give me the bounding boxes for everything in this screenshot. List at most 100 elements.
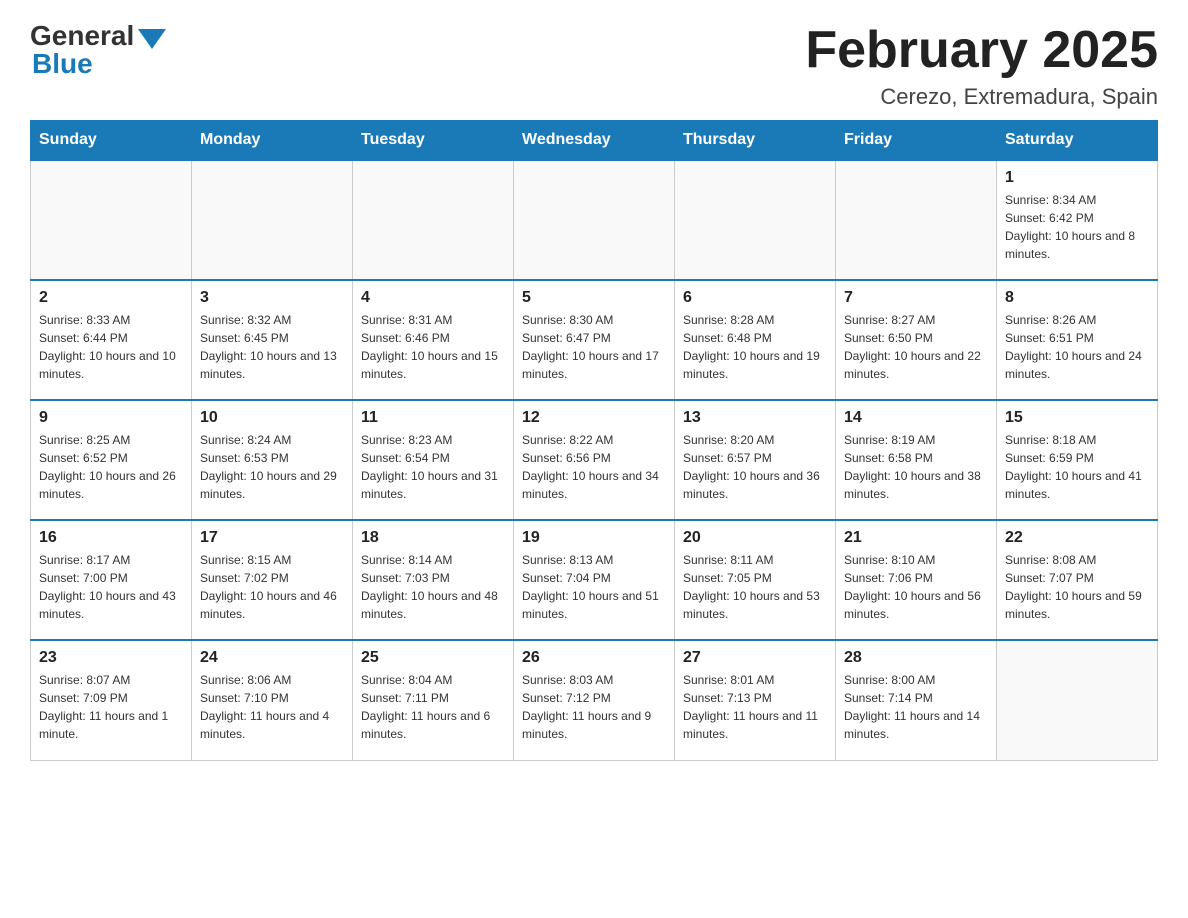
calendar-cell — [836, 160, 997, 280]
calendar-cell — [675, 160, 836, 280]
day-info: Sunrise: 8:20 AMSunset: 6:57 PMDaylight:… — [683, 431, 827, 503]
day-info: Sunrise: 8:13 AMSunset: 7:04 PMDaylight:… — [522, 551, 666, 623]
calendar-header-thursday: Thursday — [675, 121, 836, 161]
calendar-cell: 6Sunrise: 8:28 AMSunset: 6:48 PMDaylight… — [675, 280, 836, 400]
day-info: Sunrise: 8:15 AMSunset: 7:02 PMDaylight:… — [200, 551, 344, 623]
day-number: 19 — [522, 529, 666, 547]
logo-blue-text: Blue — [32, 48, 93, 80]
day-number: 5 — [522, 289, 666, 307]
page-header: General Blue February 2025 Cerezo, Extre… — [30, 20, 1158, 110]
calendar-cell: 27 Sunrise: 8:01 AMSunset: 7:13 PMDayligh… — [675, 640, 836, 760]
day-info: Sunrise: 8:11 AMSunset: 7:05 PMDaylight:… — [683, 551, 827, 623]
day-info: Sunrise: 8:00 AMSunset: 7:14 PMDaylight:… — [844, 671, 988, 743]
day-info: Sunrise: 8:32 AMSunset: 6:45 PMDaylight:… — [200, 311, 344, 383]
day-number: 27 — [683, 649, 827, 667]
day-info: Sunrise: 8:33 AMSunset: 6:44 PMDaylight:… — [39, 311, 183, 383]
calendar-cell: 23 Sunrise: 8:07 AMSunset: 7:09 PMDayligh… — [31, 640, 192, 760]
day-number: 20 — [683, 529, 827, 547]
calendar-week-row-5: 23 Sunrise: 8:07 AMSunset: 7:09 PMDayligh… — [31, 640, 1158, 760]
day-number: 16 — [39, 529, 183, 547]
calendar-cell: 18Sunrise: 8:14 AMSunset: 7:03 PMDayligh… — [353, 520, 514, 640]
calendar-cell: 17Sunrise: 8:15 AMSunset: 7:02 PMDayligh… — [192, 520, 353, 640]
calendar-cell: 21 Sunrise: 8:10 AMSunset: 7:06 PMDayligh… — [836, 520, 997, 640]
day-number: 14 — [844, 409, 988, 427]
day-number: 4 — [361, 289, 505, 307]
day-info: Sunrise: 8:17 AMSunset: 7:00 PMDaylight:… — [39, 551, 183, 623]
calendar-cell: 3 Sunrise: 8:32 AMSunset: 6:45 PMDaylight… — [192, 280, 353, 400]
day-info: Sunrise: 8:25 AMSunset: 6:52 PMDaylight:… — [39, 431, 183, 503]
day-number: 24 — [200, 649, 344, 667]
day-number: 23 — [39, 649, 183, 667]
calendar-cell: 20 Sunrise: 8:11 AMSunset: 7:05 PMDayligh… — [675, 520, 836, 640]
calendar-header-wednesday: Wednesday — [514, 121, 675, 161]
day-number: 9 — [39, 409, 183, 427]
calendar-cell: 13 Sunrise: 8:20 AMSunset: 6:57 PMDayligh… — [675, 400, 836, 520]
day-number: 13 — [683, 409, 827, 427]
day-number: 25 — [361, 649, 505, 667]
calendar-cell: 22 Sunrise: 8:08 AMSunset: 7:07 PMDayligh… — [997, 520, 1158, 640]
day-info: Sunrise: 8:23 AMSunset: 6:54 PMDaylight:… — [361, 431, 505, 503]
day-number: 3 — [200, 289, 344, 307]
calendar-header-row: SundayMondayTuesdayWednesdayThursdayFrid… — [31, 121, 1158, 161]
day-number: 26 — [522, 649, 666, 667]
title-section: February 2025 Cerezo, Extremadura, Spain — [805, 20, 1158, 110]
calendar-cell: 9 Sunrise: 8:25 AMSunset: 6:52 PMDaylight… — [31, 400, 192, 520]
day-info: Sunrise: 8:06 AMSunset: 7:10 PMDaylight:… — [200, 671, 344, 743]
calendar-header-saturday: Saturday — [997, 121, 1158, 161]
day-number: 21 — [844, 529, 988, 547]
day-number: 10 — [200, 409, 344, 427]
calendar-week-row-4: 16 Sunrise: 8:17 AMSunset: 7:00 PMDayligh… — [31, 520, 1158, 640]
month-title: February 2025 — [805, 20, 1158, 80]
calendar-cell: 25 Sunrise: 8:04 AMSunset: 7:11 PMDayligh… — [353, 640, 514, 760]
location-text: Cerezo, Extremadura, Spain — [805, 84, 1158, 110]
day-info: Sunrise: 8:30 AMSunset: 6:47 PMDaylight:… — [522, 311, 666, 383]
calendar-cell — [192, 160, 353, 280]
calendar-week-row-1: 1 Sunrise: 8:34 AMSunset: 6:42 PMDaylight… — [31, 160, 1158, 280]
calendar-cell: 16 Sunrise: 8:17 AMSunset: 7:00 PMDayligh… — [31, 520, 192, 640]
day-info: Sunrise: 8:08 AMSunset: 7:07 PMDaylight:… — [1005, 551, 1149, 623]
calendar-cell: 15 Sunrise: 8:18 AMSunset: 6:59 PMDayligh… — [997, 400, 1158, 520]
calendar-cell: 19 Sunrise: 8:13 AMSunset: 7:04 PMDayligh… — [514, 520, 675, 640]
calendar-header-tuesday: Tuesday — [353, 121, 514, 161]
calendar-cell: 2Sunrise: 8:33 AMSunset: 6:44 PMDaylight… — [31, 280, 192, 400]
calendar-cell: 11Sunrise: 8:23 AMSunset: 6:54 PMDayligh… — [353, 400, 514, 520]
day-info: Sunrise: 8:19 AMSunset: 6:58 PMDaylight:… — [844, 431, 988, 503]
calendar-cell — [997, 640, 1158, 760]
calendar-cell: 7 Sunrise: 8:27 AMSunset: 6:50 PMDaylight… — [836, 280, 997, 400]
calendar-header-monday: Monday — [192, 121, 353, 161]
calendar-cell — [514, 160, 675, 280]
calendar-cell: 5 Sunrise: 8:30 AMSunset: 6:47 PMDaylight… — [514, 280, 675, 400]
calendar-header-friday: Friday — [836, 121, 997, 161]
calendar-table: SundayMondayTuesdayWednesdayThursdayFrid… — [30, 120, 1158, 761]
day-number: 15 — [1005, 409, 1149, 427]
day-number: 28 — [844, 649, 988, 667]
day-info: Sunrise: 8:31 AMSunset: 6:46 PMDaylight:… — [361, 311, 505, 383]
calendar-cell: 8Sunrise: 8:26 AMSunset: 6:51 PMDaylight… — [997, 280, 1158, 400]
calendar-cell: 26 Sunrise: 8:03 AMSunset: 7:12 PMDayligh… — [514, 640, 675, 760]
day-number: 7 — [844, 289, 988, 307]
calendar-cell: 4 Sunrise: 8:31 AMSunset: 6:46 PMDaylight… — [353, 280, 514, 400]
calendar-week-row-2: 2Sunrise: 8:33 AMSunset: 6:44 PMDaylight… — [31, 280, 1158, 400]
day-info: Sunrise: 8:01 AMSunset: 7:13 PMDaylight:… — [683, 671, 827, 743]
calendar-cell: 12 Sunrise: 8:22 AMSunset: 6:56 PMDayligh… — [514, 400, 675, 520]
day-number: 22 — [1005, 529, 1149, 547]
day-number: 12 — [522, 409, 666, 427]
logo: General Blue — [30, 20, 166, 80]
day-info: Sunrise: 8:18 AMSunset: 6:59 PMDaylight:… — [1005, 431, 1149, 503]
day-info: Sunrise: 8:07 AMSunset: 7:09 PMDaylight:… — [39, 671, 183, 743]
calendar-cell — [31, 160, 192, 280]
calendar-cell: 24 Sunrise: 8:06 AMSunset: 7:10 PMDayligh… — [192, 640, 353, 760]
day-info: Sunrise: 8:28 AMSunset: 6:48 PMDaylight:… — [683, 311, 827, 383]
day-number: 1 — [1005, 169, 1149, 187]
day-info: Sunrise: 8:04 AMSunset: 7:11 PMDaylight:… — [361, 671, 505, 743]
day-info: Sunrise: 8:10 AMSunset: 7:06 PMDaylight:… — [844, 551, 988, 623]
day-info: Sunrise: 8:34 AMSunset: 6:42 PMDaylight:… — [1005, 191, 1149, 263]
calendar-cell — [353, 160, 514, 280]
day-info: Sunrise: 8:03 AMSunset: 7:12 PMDaylight:… — [522, 671, 666, 743]
day-info: Sunrise: 8:14 AMSunset: 7:03 PMDaylight:… — [361, 551, 505, 623]
day-info: Sunrise: 8:27 AMSunset: 6:50 PMDaylight:… — [844, 311, 988, 383]
day-number: 8 — [1005, 289, 1149, 307]
day-info: Sunrise: 8:24 AMSunset: 6:53 PMDaylight:… — [200, 431, 344, 503]
logo-arrow-icon — [138, 29, 166, 49]
day-info: Sunrise: 8:22 AMSunset: 6:56 PMDaylight:… — [522, 431, 666, 503]
